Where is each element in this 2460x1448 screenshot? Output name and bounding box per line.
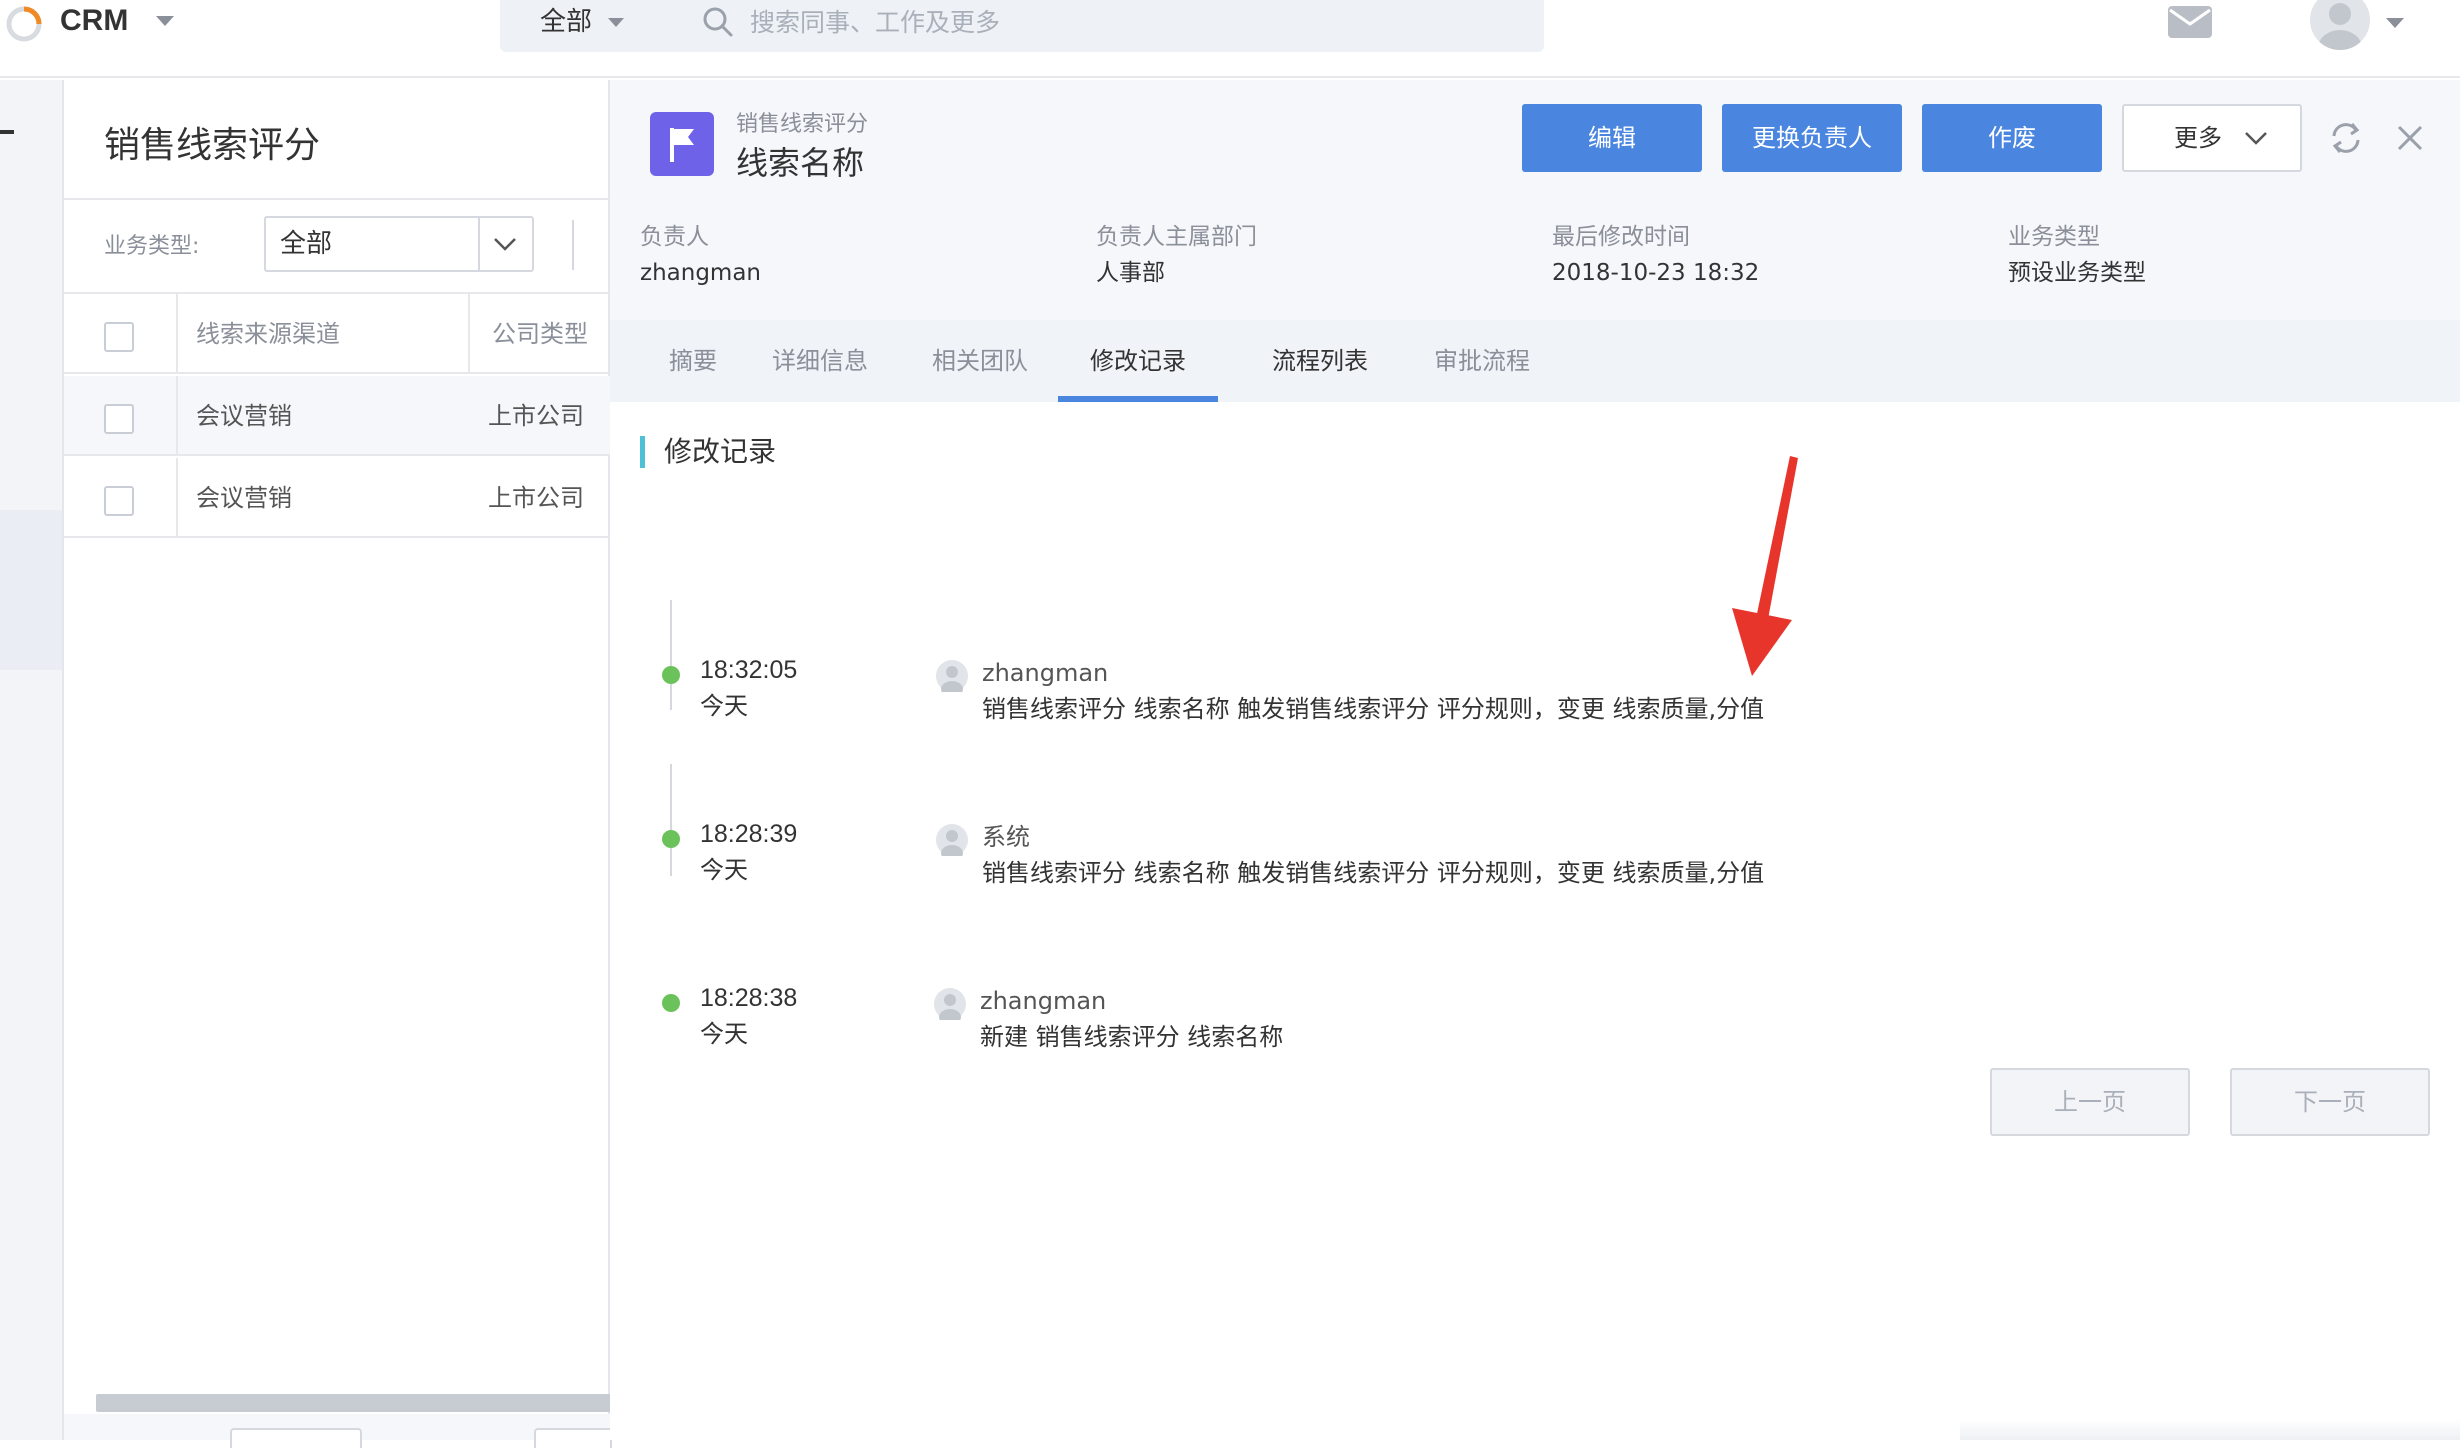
entry-text: 销售线索评分 线索名称 触发销售线索评分 评分规则，变更 线索质量,分值	[982, 695, 1765, 723]
search-input[interactable]	[750, 0, 1450, 44]
entry-text: 新建 销售线索评分 线索名称	[980, 1023, 1284, 1051]
avatar-icon[interactable]	[2308, 0, 2372, 52]
user-avatar-icon	[936, 824, 968, 856]
void-button[interactable]: 作废	[1922, 104, 2102, 172]
timeline-entry: 18:28:39 今天 系统 销售线索评分 线索名称 触发销售线索评分 评分规则…	[662, 816, 2362, 956]
table-row[interactable]: 会议营销 上市公司	[64, 458, 612, 538]
entry-day: 今天	[700, 1020, 748, 1048]
timeline-dot	[662, 994, 680, 1012]
entry-user[interactable]: 系统	[982, 820, 1030, 854]
business-type-select[interactable]: 全部	[264, 216, 534, 272]
chevron-down-icon[interactable]	[490, 230, 520, 258]
meta-value: 预设业务类型	[2008, 260, 2146, 286]
tab-change-log[interactable]: 修改记录	[1058, 320, 1218, 402]
tab-bar: 摘要 详细信息 相关团队 修改记录 流程列表 审批流程	[610, 320, 2460, 402]
meta-label: 业务类型	[2008, 224, 2100, 250]
user-avatar-icon	[934, 988, 966, 1020]
filter-label: 业务类型:	[104, 234, 200, 259]
meta-business-type: 业务类型 预设业务类型	[2008, 220, 2146, 292]
tab-process-list[interactable]: 流程列表	[1240, 320, 1400, 402]
change-owner-button[interactable]: 更换负责人	[1722, 104, 1902, 172]
window-shadow	[1960, 1420, 2460, 1440]
search-icon[interactable]	[700, 4, 736, 40]
meta-modified-time: 最后修改时间 2018-10-23 18:32	[1552, 220, 1759, 292]
search-scope-select[interactable]: 全部	[540, 0, 592, 44]
row-checkbox[interactable]	[104, 404, 134, 434]
chevron-down-icon[interactable]	[608, 18, 624, 27]
meta-label: 负责人	[640, 224, 709, 250]
global-search: 全部	[500, 0, 1544, 52]
column-header[interactable]: 公司类型	[492, 294, 588, 374]
divider	[478, 218, 480, 270]
object-type: 销售线索评分	[736, 112, 869, 137]
entry-user[interactable]: zhangman	[980, 984, 1106, 1018]
divider	[572, 220, 574, 270]
meta-value: 人事部	[1096, 260, 1165, 286]
active-tab-indicator	[1058, 396, 1218, 402]
entry-user[interactable]: zhangman	[982, 656, 1108, 690]
user-avatar-icon	[936, 660, 968, 692]
flag-icon	[650, 112, 714, 176]
cell-company-type: 上市公司	[488, 484, 584, 512]
logo-icon[interactable]	[4, 4, 44, 44]
tab-approval-flow[interactable]: 审批流程	[1402, 320, 1562, 402]
cell-channel: 会议营销	[196, 484, 292, 512]
top-bar: CRM 全部	[0, 0, 2460, 78]
meta-owner: 负责人 zhangman	[640, 220, 761, 292]
chevron-down-icon[interactable]	[2386, 18, 2404, 28]
select-all-checkbox[interactable]	[104, 322, 134, 352]
edit-button[interactable]: 编辑	[1522, 104, 1702, 172]
cell-channel: 会议营销	[196, 402, 292, 430]
timeline-dot	[662, 666, 680, 684]
meta-label: 最后修改时间	[1552, 224, 1690, 250]
close-icon[interactable]	[2390, 118, 2430, 158]
chevron-down-icon	[2245, 132, 2267, 145]
entry-time: 18:32:05	[700, 656, 798, 684]
entry-time: 18:28:39	[700, 820, 798, 848]
side-nav-active-item[interactable]	[0, 510, 62, 670]
meta-department: 负责人主属部门 人事部	[1096, 220, 1257, 292]
footer-button[interactable]	[534, 1428, 612, 1448]
more-button-label: 更多	[2174, 124, 2222, 152]
refresh-icon[interactable]	[2326, 118, 2366, 158]
filter-value: 全部	[280, 229, 333, 259]
tab-details[interactable]: 详细信息	[760, 320, 880, 402]
divider	[64, 198, 612, 200]
next-page-button[interactable]: 下一页	[2230, 1068, 2430, 1136]
entry-day: 今天	[700, 856, 748, 884]
prev-page-button[interactable]: 上一页	[1990, 1068, 2190, 1136]
app-brand[interactable]: CRM	[60, 0, 128, 42]
footer-button[interactable]	[230, 1428, 362, 1448]
detail-header: 销售线索评分 线索名称 编辑 更换负责人 作废 更多 负责人 zhangman …	[610, 80, 2460, 320]
chevron-down-icon[interactable]	[156, 16, 174, 26]
collapse-handle[interactable]	[0, 130, 14, 134]
entry-time: 18:28:38	[700, 984, 798, 1012]
entry-day: 今天	[700, 692, 748, 720]
list-panel: 销售线索评分 业务类型: 全部 线索来源渠道 公司类型 会议营销 上市公司 会议…	[62, 80, 612, 1448]
tab-summary[interactable]: 摘要	[658, 320, 728, 402]
table-row[interactable]: 会议营销 上市公司	[64, 376, 612, 456]
meta-label: 负责人主属部门	[1096, 224, 1257, 250]
side-nav	[0, 80, 62, 1440]
annotation-arrow	[1732, 456, 1798, 676]
section-title: 修改记录	[664, 435, 777, 468]
cell-company-type: 上市公司	[488, 402, 584, 430]
timeline-dot	[662, 830, 680, 848]
column-header[interactable]: 线索来源渠道	[196, 294, 340, 374]
mail-icon[interactable]	[2166, 2, 2214, 40]
row-checkbox[interactable]	[104, 486, 134, 516]
more-button[interactable]: 更多	[2122, 104, 2302, 172]
table-header: 线索来源渠道 公司类型	[64, 294, 612, 374]
entry-text: 销售线索评分 线索名称 触发销售线索评分 评分规则，变更 线索质量,分值	[982, 859, 1765, 887]
record-title: 线索名称	[736, 144, 865, 182]
detail-panel: 销售线索评分 线索名称 编辑 更换负责人 作废 更多 负责人 zhangman …	[610, 80, 2460, 1440]
timeline-entry: 18:32:05 今天 zhangman 销售线索评分 线索名称 触发销售线索评…	[662, 652, 2362, 792]
tab-team[interactable]: 相关团队	[920, 320, 1040, 402]
page-title: 销售线索评分	[104, 125, 321, 166]
horizontal-scrollbar[interactable]	[96, 1394, 612, 1412]
section-accent	[640, 436, 645, 468]
meta-value: 2018-10-23 18:32	[1552, 260, 1760, 286]
meta-value: zhangman	[640, 260, 761, 286]
